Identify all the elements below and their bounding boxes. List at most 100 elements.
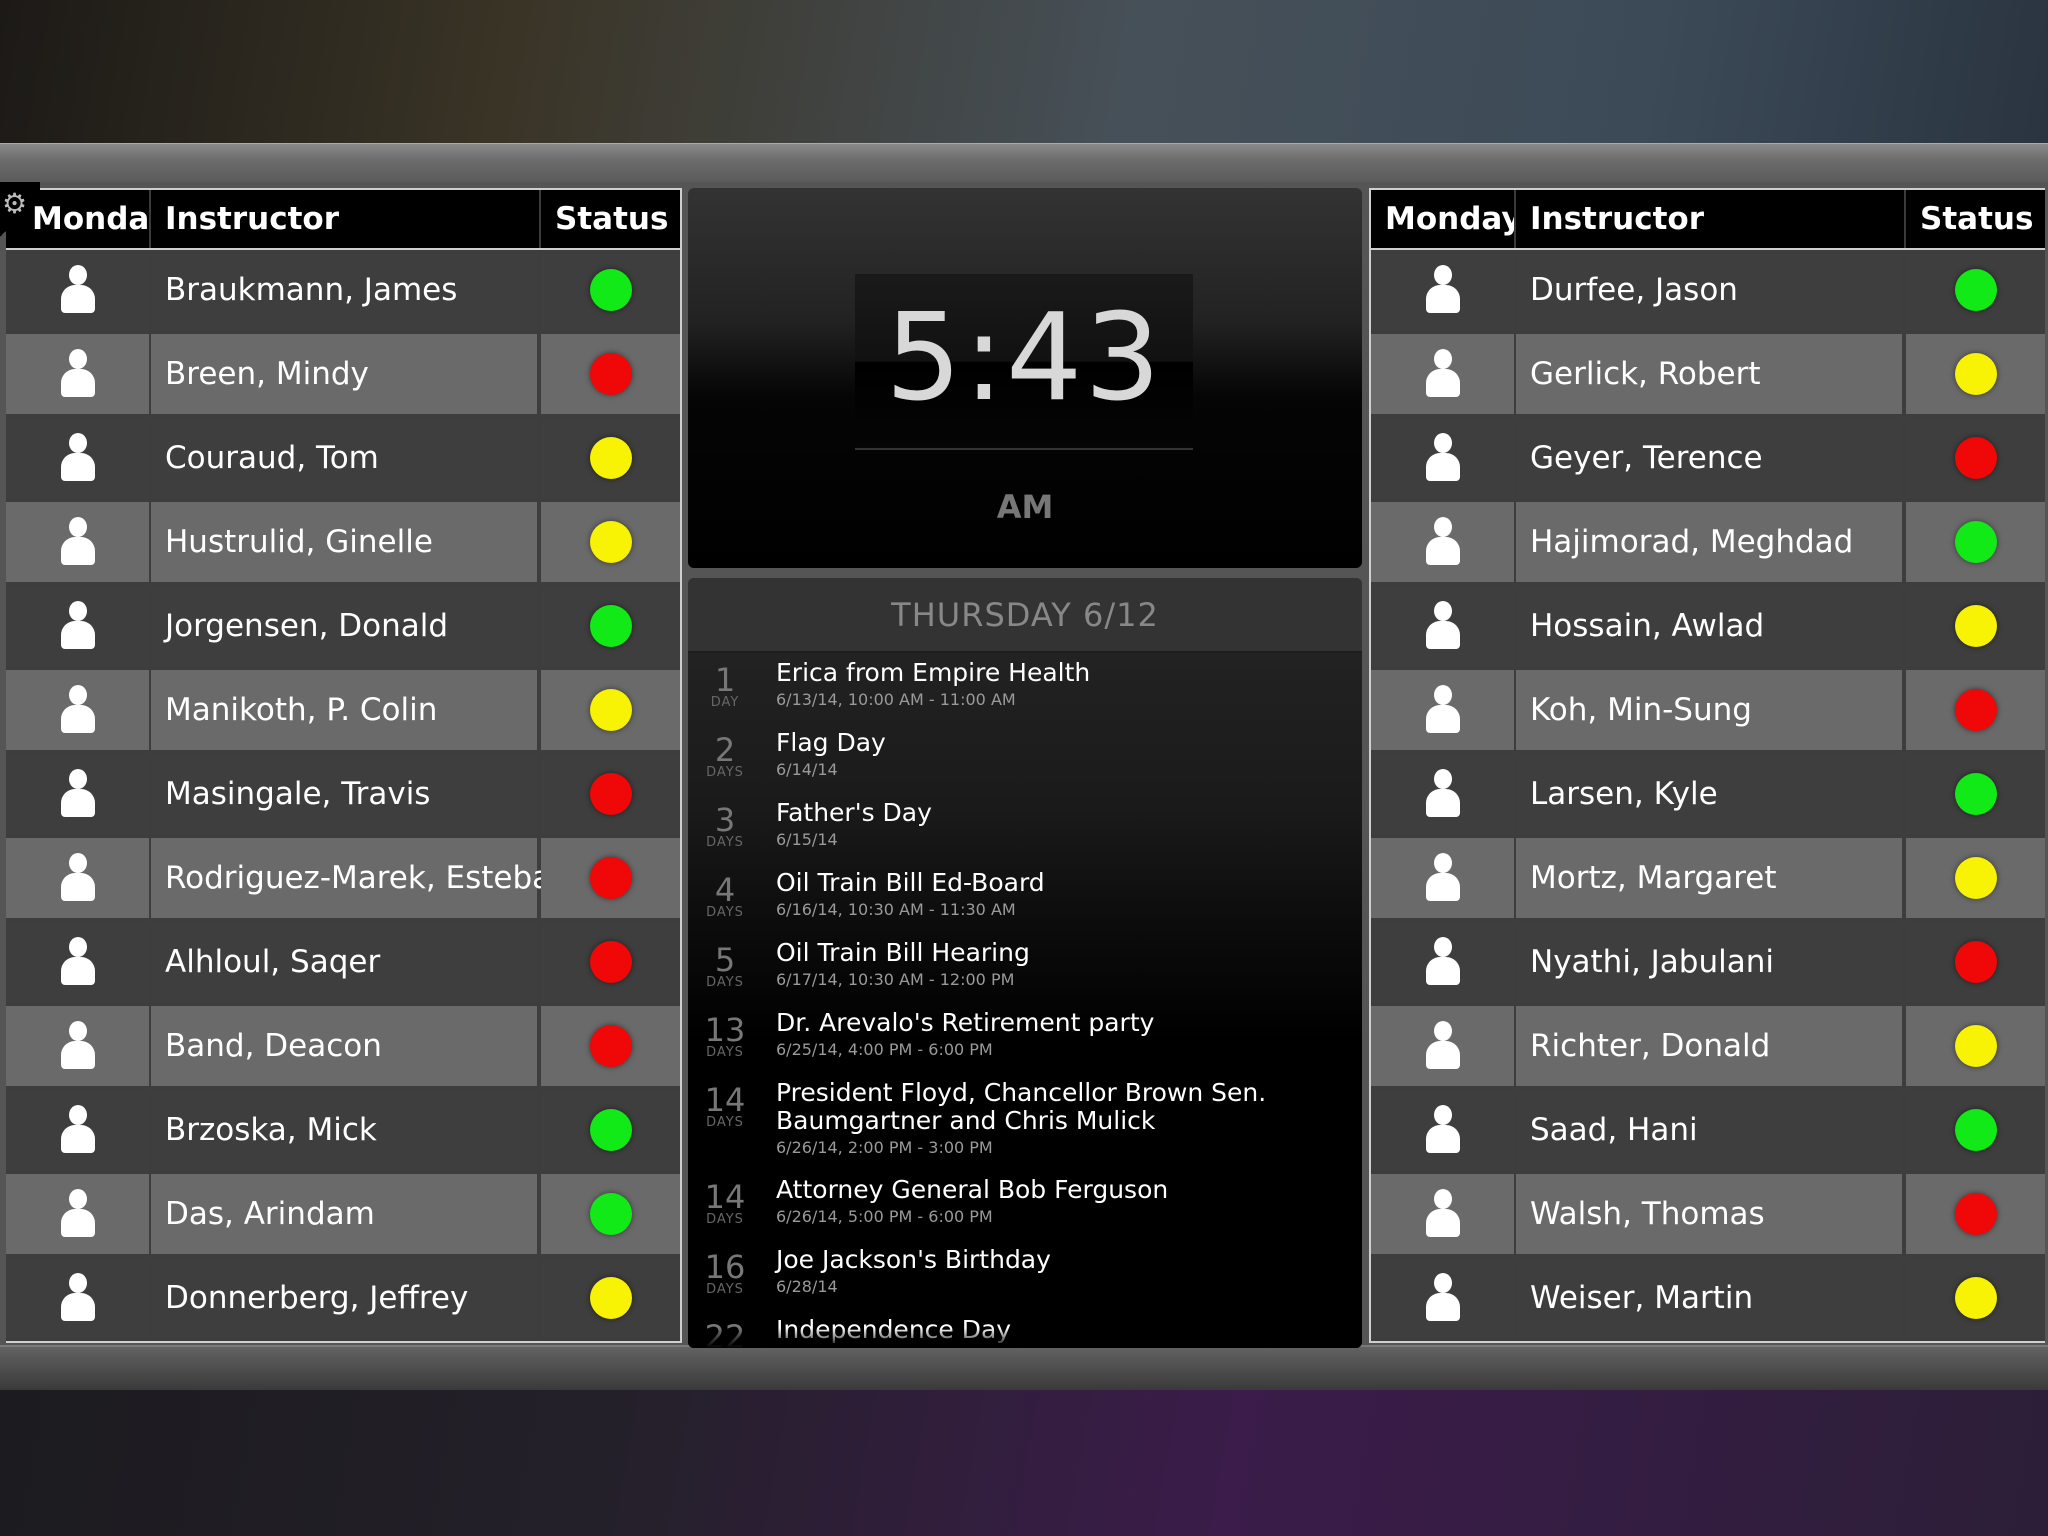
person-icon bbox=[1425, 601, 1460, 651]
countdown-number: 13 bbox=[704, 1011, 746, 1049]
countdown-unit: DAYS bbox=[706, 765, 744, 780]
instructor-name: Masingale, Travis bbox=[151, 754, 537, 834]
status-cell bbox=[1906, 754, 2045, 834]
instructor-name: Mortz, Margaret bbox=[1516, 838, 1902, 918]
instructor-name: Geyer, Terence bbox=[1516, 418, 1902, 498]
table-row[interactable]: Rodriguez-Marek, Esteban bbox=[6, 838, 680, 922]
event-info: Joe Jackson's Birthday 6/28/14 bbox=[776, 1246, 1051, 1316]
status-indicator bbox=[1954, 941, 1997, 983]
person-icon bbox=[60, 1105, 95, 1155]
table-row[interactable]: Richter, Donald bbox=[1371, 1006, 2045, 1090]
event-item[interactable]: 3 DAYS Father's Day 6/15/14 bbox=[688, 799, 1362, 869]
avatar-cell bbox=[1371, 250, 1514, 330]
status-indicator bbox=[589, 269, 632, 311]
table-row[interactable]: Koh, Min-Sung bbox=[1371, 670, 2045, 754]
event-countdown: 14 DAYS bbox=[700, 1079, 750, 1176]
table-row[interactable]: Geyer, Terence bbox=[1371, 418, 2045, 502]
event-date: 6/26/14, 5:00 PM - 6:00 PM bbox=[776, 1207, 993, 1226]
instructor-name: Hustrulid, Ginelle bbox=[151, 502, 537, 582]
event-item[interactable]: 14 DAYS President Floyd, Chancellor Brown … bbox=[688, 1079, 1362, 1176]
table-row[interactable]: Mortz, Margaret bbox=[1371, 838, 2045, 922]
status-cell bbox=[1906, 250, 2045, 330]
events-list[interactable]: 1 DAY Erica from Empire Health 6/13/14, 10:… bbox=[688, 653, 1362, 1349]
status-cell bbox=[541, 1258, 680, 1338]
table-row[interactable]: Larsen, Kyle bbox=[1371, 754, 2045, 838]
table-row[interactable]: Nyathi, Jabulani bbox=[1371, 922, 2045, 1006]
event-title: Joe Jackson's Birthday bbox=[776, 1245, 1051, 1274]
table-row[interactable]: Manikoth, P. Colin bbox=[6, 670, 680, 754]
avatar-cell bbox=[1371, 754, 1514, 834]
instructor-name: Breen, Mindy bbox=[151, 334, 537, 414]
countdown-number: 3 bbox=[714, 801, 736, 839]
instructor-name: Das, Arindam bbox=[151, 1174, 537, 1254]
clock-face: 5:43 bbox=[855, 274, 1193, 450]
avatar-cell bbox=[6, 586, 149, 666]
table-row[interactable]: Saad, Hani bbox=[1371, 1090, 2045, 1174]
event-title: President Floyd, Chancellor Brown Sen. B… bbox=[776, 1078, 1267, 1135]
countdown-unit: DAYS bbox=[706, 1282, 744, 1297]
table-row[interactable]: Braukmann, James bbox=[6, 250, 680, 334]
event-info: President Floyd, Chancellor Brown Sen. B… bbox=[776, 1079, 1354, 1176]
table-row[interactable]: Weiser, Martin bbox=[1371, 1258, 2045, 1341]
event-info: Oil Train Bill Hearing 6/17/14, 10:30 AM … bbox=[776, 939, 1030, 1009]
table-row[interactable]: Das, Arindam bbox=[6, 1174, 680, 1258]
table-row[interactable]: Masingale, Travis bbox=[6, 754, 680, 838]
table-row[interactable]: Hajimorad, Meghdad bbox=[1371, 502, 2045, 586]
countdown-number: 14 bbox=[704, 1178, 746, 1216]
countdown-unit: DAYS bbox=[706, 1115, 744, 1130]
avatar-cell bbox=[1371, 1090, 1514, 1170]
status-indicator bbox=[1954, 521, 1997, 563]
table-row[interactable]: Donnerberg, Jeffrey bbox=[6, 1258, 680, 1341]
event-item[interactable]: 16 DAYS Joe Jackson's Birthday 6/28/14 bbox=[688, 1246, 1362, 1316]
table-row[interactable]: Alhloul, Saqer bbox=[6, 922, 680, 1006]
person-icon bbox=[1425, 1189, 1460, 1239]
table-row[interactable]: Breen, Mindy bbox=[6, 334, 680, 418]
event-countdown: 2 DAYS bbox=[700, 729, 750, 799]
event-item[interactable]: 2 DAYS Flag Day 6/14/14 bbox=[688, 729, 1362, 799]
status-indicator bbox=[589, 353, 632, 395]
status-indicator bbox=[589, 1025, 632, 1067]
countdown-unit: DAYS bbox=[706, 975, 744, 990]
events-fade bbox=[688, 1328, 1362, 1348]
person-icon bbox=[60, 433, 95, 483]
countdown-unit: DAY bbox=[710, 695, 740, 710]
event-date: 6/17/14, 10:30 AM - 12:00 PM bbox=[776, 970, 1015, 989]
event-item[interactable]: 13 DAYS Dr. Arevalo's Retirement party 6/25… bbox=[688, 1009, 1362, 1079]
status-cell bbox=[541, 502, 680, 582]
table-row[interactable]: Brzoska, Mick bbox=[6, 1090, 680, 1174]
instructor-table-right: Monday Instructor Status Durfee, Jason Ge… bbox=[1369, 188, 2045, 1343]
event-title: Father's Day bbox=[776, 798, 932, 827]
header-status: Status bbox=[1920, 201, 2034, 237]
event-item[interactable]: 1 DAY Erica from Empire Health 6/13/14, 10:… bbox=[688, 659, 1362, 729]
person-icon bbox=[60, 685, 95, 735]
status-cell bbox=[541, 1090, 680, 1170]
event-item[interactable]: 5 DAYS Oil Train Bill Hearing 6/17/14, 10:3… bbox=[688, 939, 1362, 1009]
gear-icon[interactable]: ⚙ bbox=[2, 190, 30, 218]
table-row[interactable]: Jorgensen, Donald bbox=[6, 586, 680, 670]
instructor-name: Saad, Hani bbox=[1516, 1090, 1902, 1170]
table-row[interactable]: Couraud, Tom bbox=[6, 418, 680, 502]
avatar-cell bbox=[1371, 838, 1514, 918]
table-row[interactable]: Band, Deacon bbox=[6, 1006, 680, 1090]
avatar-cell bbox=[6, 1090, 149, 1170]
status-cell bbox=[1906, 418, 2045, 498]
table-row[interactable]: Gerlick, Robert bbox=[1371, 334, 2045, 418]
person-icon bbox=[1425, 265, 1460, 315]
person-icon bbox=[1425, 433, 1460, 483]
event-date: 6/26/14, 2:00 PM - 3:00 PM bbox=[776, 1138, 993, 1157]
instructor-name: Koh, Min-Sung bbox=[1516, 670, 1902, 750]
event-countdown: 16 DAYS bbox=[700, 1246, 750, 1316]
person-icon bbox=[60, 1189, 95, 1239]
avatar-cell bbox=[1371, 1006, 1514, 1086]
status-cell bbox=[1906, 1258, 2045, 1338]
event-item[interactable]: 4 DAYS Oil Train Bill Ed-Board 6/16/14, 10:… bbox=[688, 869, 1362, 939]
event-item[interactable]: 14 DAYS Attorney General Bob Ferguson 6/26/… bbox=[688, 1176, 1362, 1246]
table-row[interactable]: Walsh, Thomas bbox=[1371, 1174, 2045, 1258]
avatar-cell bbox=[6, 754, 149, 834]
countdown-number: 4 bbox=[714, 871, 736, 909]
table-row[interactable]: Hustrulid, Ginelle bbox=[6, 502, 680, 586]
event-countdown: 1 DAY bbox=[700, 659, 750, 729]
table-row[interactable]: Hossain, Awlad bbox=[1371, 586, 2045, 670]
table-row[interactable]: Durfee, Jason bbox=[1371, 250, 2045, 334]
status-indicator bbox=[1954, 353, 1997, 395]
